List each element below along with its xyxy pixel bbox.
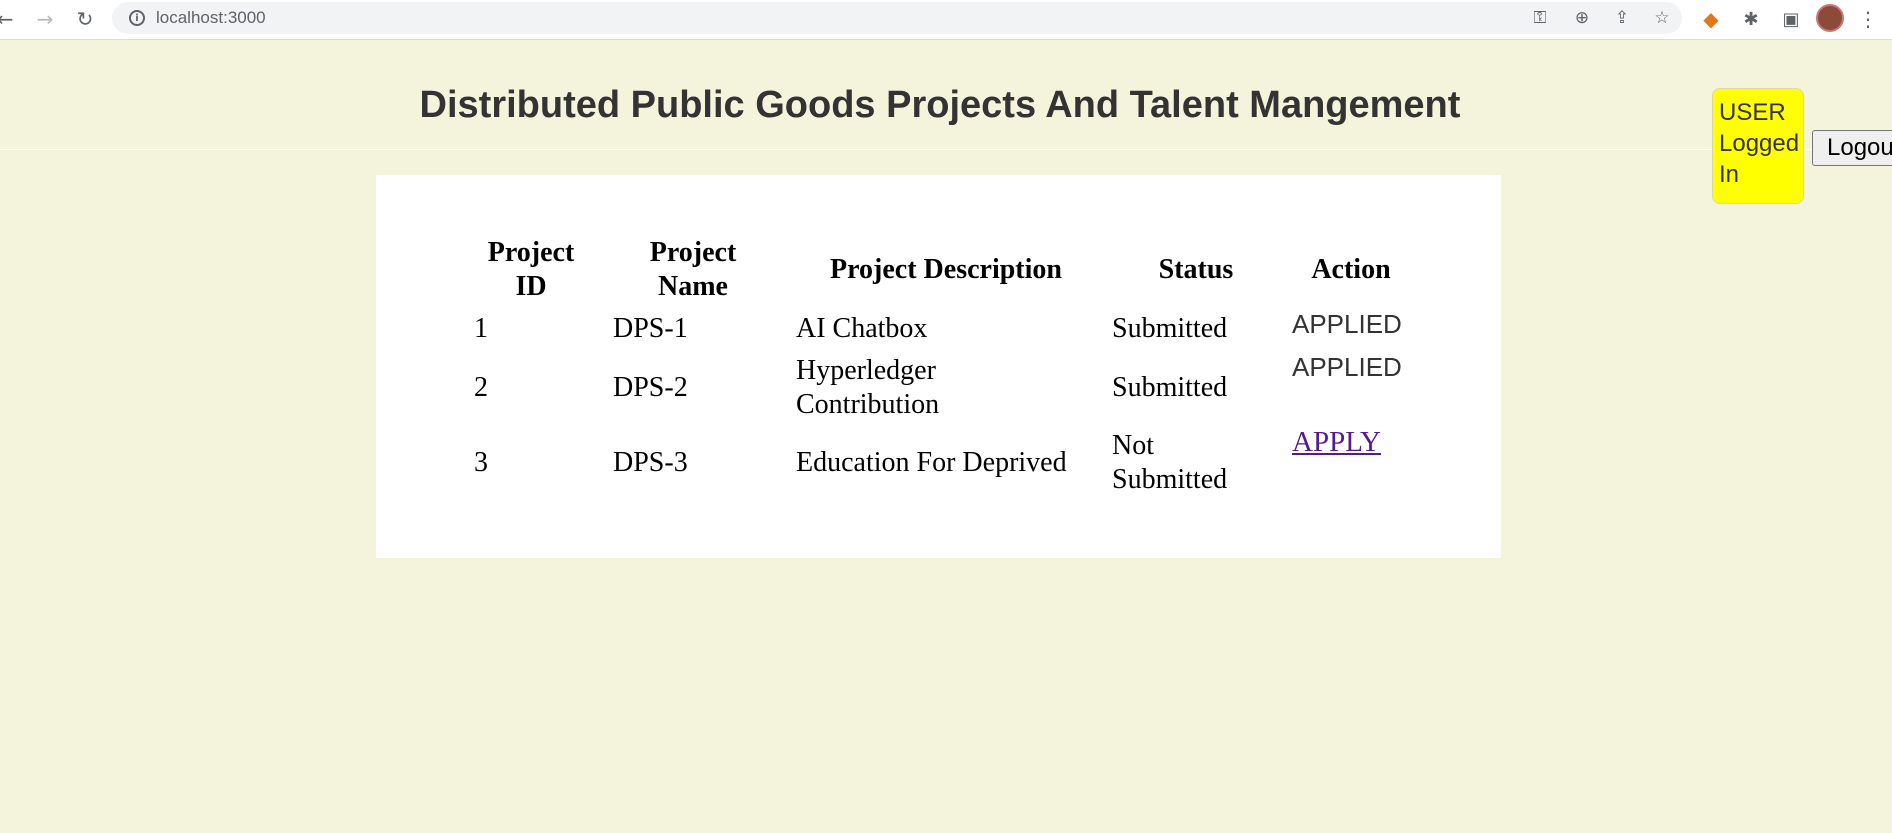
side-panel-icon[interactable]: ▣	[1776, 4, 1806, 34]
menu-dots-icon[interactable]: ⋮	[1856, 4, 1880, 34]
row-2-action-applied: APPLIED	[1292, 352, 1402, 382]
row-2-description: Hyperledger Contribution	[796, 355, 940, 420]
zoom-icon[interactable]: ⊕	[1569, 5, 1595, 31]
row-1-action-applied: APPLIED	[1292, 309, 1402, 339]
logout-button[interactable]: Logout	[1812, 130, 1892, 166]
header-project-name: Project Name	[649, 237, 737, 302]
bookmark-star-icon[interactable]: ☆	[1649, 5, 1675, 31]
row-2-id: 2	[474, 372, 488, 403]
share-icon[interactable]: ⇪	[1609, 5, 1635, 31]
back-arrow-icon[interactable]: ←	[0, 4, 20, 34]
row-1-status: Submitted	[1112, 313, 1228, 344]
projects-table: Project ID Project Name Project Descript…	[376, 175, 1501, 558]
row-2-name: DPS-2	[613, 372, 688, 403]
row-1-id: 1	[474, 313, 488, 344]
row-3-id: 3	[474, 447, 488, 478]
url-text[interactable]: localhost:3000	[156, 8, 266, 28]
login-status-badge: USER Logged In	[1712, 88, 1804, 204]
address-bar[interactable]: i localhost:3000 ⚿ ⊕ ⇪ ☆	[112, 2, 1682, 34]
row-3-status: Not Submitted	[1112, 430, 1228, 495]
key-icon[interactable]: ⚿	[1527, 5, 1553, 31]
row-1-name: DPS-1	[613, 313, 688, 344]
metamask-fox-icon[interactable]: ◆	[1696, 4, 1726, 34]
row-1-description: AI Chatbox	[796, 313, 928, 344]
row-3-name: DPS-3	[613, 447, 688, 478]
header-status: Status	[1158, 254, 1234, 285]
extensions-puzzle-icon[interactable]: ✱	[1736, 4, 1766, 34]
site-info-icon[interactable]: i	[129, 10, 145, 26]
row-2-status: Submitted	[1112, 372, 1228, 403]
page-title: Distributed Public Goods Projects And Ta…	[419, 84, 1461, 126]
page-header: Distributed Public Goods Projects And Ta…	[0, 40, 1892, 150]
forward-arrow-icon[interactable]: →	[30, 4, 60, 34]
reload-icon[interactable]: ↻	[70, 4, 100, 34]
browser-toolbar: ← → ↻ i localhost:3000 ⚿ ⊕ ⇪ ☆ ◆ ✱ ▣ ⋮	[0, 0, 1892, 40]
row-3-apply-link[interactable]: APPLY	[1292, 426, 1381, 459]
header-action: Action	[1311, 254, 1391, 285]
profile-avatar-icon[interactable]	[1816, 4, 1844, 32]
header-project-id: Project ID	[487, 237, 575, 302]
header-project-description: Project Description	[830, 254, 1062, 285]
row-3-description: Education For Deprived	[796, 447, 1067, 478]
